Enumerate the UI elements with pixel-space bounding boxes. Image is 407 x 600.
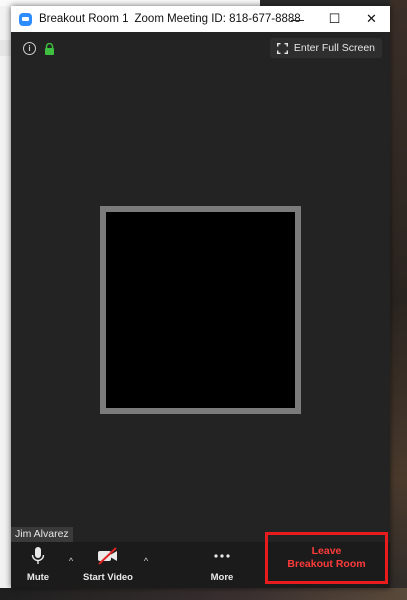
mute-button[interactable]: Mute [23, 546, 53, 583]
video-off-icon [96, 546, 120, 569]
desktop-background-bottom [0, 588, 407, 600]
more-button[interactable]: More [207, 546, 237, 583]
more-label: More [210, 572, 234, 583]
leave-label-line1: Leave [311, 545, 342, 557]
close-button[interactable]: ✕ [353, 6, 390, 32]
meeting-id-text: Zoom Meeting ID: 818-677-8888 [134, 13, 301, 25]
lock-icon[interactable] [44, 42, 55, 55]
leave-label-line2: Breakout Room [287, 558, 366, 570]
fullscreen-label: Enter Full Screen [293, 42, 375, 54]
minimize-button[interactable]: — [279, 6, 316, 32]
window-titlebar[interactable]: Breakout Room 1 Zoom Meeting ID: 818-677-… [11, 6, 390, 32]
more-dots-icon [212, 546, 232, 569]
zoom-app-icon [19, 12, 32, 26]
breakout-room-title: Breakout Room 1 [39, 13, 129, 25]
audio-options-caret-icon[interactable]: ^ [66, 556, 76, 566]
window-title: Breakout Room 1 Zoom Meeting ID: 818-677-… [39, 13, 301, 25]
participant-name-tag: Jim Alvarez [11, 527, 73, 542]
enter-full-screen-button[interactable]: Enter Full Screen [269, 38, 382, 58]
video-area: i Enter Full Screen Jim Alvarez [11, 32, 390, 542]
leave-breakout-room-button[interactable]: Leave Breakout Room [265, 532, 388, 584]
background-tab-sliver [0, 40, 11, 56]
microphone-icon [31, 546, 45, 569]
start-video-label: Start Video [83, 572, 133, 583]
desktop-background-right [390, 0, 407, 600]
window-controls: — ☐ ✕ [279, 6, 390, 32]
start-video-button[interactable]: Start Video [83, 546, 133, 583]
background-window-strip [0, 0, 11, 600]
video-placeholder [100, 206, 301, 414]
info-icon[interactable]: i [23, 42, 36, 55]
maximize-button[interactable]: ☐ [316, 6, 353, 32]
zoom-meeting-window: Breakout Room 1 Zoom Meeting ID: 818-677-… [11, 6, 390, 588]
fullscreen-icon [276, 42, 288, 54]
video-options-caret-icon[interactable]: ^ [141, 556, 151, 566]
mute-label: Mute [26, 572, 50, 583]
